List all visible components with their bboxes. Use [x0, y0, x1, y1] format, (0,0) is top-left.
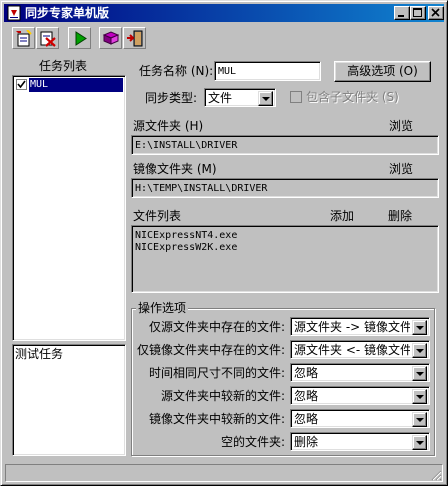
run-icon: [75, 31, 87, 46]
mirror-folder-value: H:\TEMP\INSTALL\DRIVER: [135, 183, 268, 194]
dropdown-arrow-icon[interactable]: [412, 366, 427, 381]
book-icon: [102, 31, 120, 45]
test-task-label: 测试任务: [15, 347, 64, 361]
new-task-button[interactable]: [12, 27, 35, 49]
test-task-panel: 测试任务: [12, 344, 126, 456]
checkbox-checked-icon[interactable]: [16, 79, 27, 90]
operations-title: 操作选项: [136, 301, 189, 315]
task-name-label: 任务名称 (N):: [139, 64, 214, 78]
op-label-mirror-newer: 镜像文件夹中较新的文件:: [149, 412, 286, 426]
dropdown-arrow-icon[interactable]: [412, 389, 427, 404]
sync-type-select[interactable]: 文件: [204, 88, 276, 107]
advanced-options-button[interactable]: 高级选项 (O): [334, 61, 431, 82]
op-value-source-newer: 忽略: [294, 389, 319, 403]
op-select-mirror-newer[interactable]: 忽略: [290, 409, 430, 428]
main-window: 同步专家单机版 任务列表 MUL 测试任务 任务名称 (N): MUL 高级选项…: [0, 0, 448, 486]
op-label-source-only: 仅源文件夹中存在的文件:: [149, 320, 286, 334]
source-folder-label: 源文件夹 (H): [133, 119, 204, 133]
status-bar: [5, 464, 443, 482]
op-select-mirror-only[interactable]: 源文件夹 <- 镜像文件: [290, 340, 430, 359]
file-delete-link[interactable]: 删除: [388, 209, 412, 223]
op-label-source-newer: 源文件夹中较新的文件:: [161, 389, 286, 403]
list-item[interactable]: NICExpressW2K.exe: [135, 241, 237, 255]
include-subfolders-label: 包含子文件夹 (S): [306, 90, 399, 104]
delete-task-icon: [40, 31, 56, 47]
sync-type-label: 同步类型:: [145, 91, 198, 105]
exit-button[interactable]: [123, 27, 146, 49]
task-list[interactable]: MUL: [12, 75, 126, 341]
resize-grip-icon[interactable]: [430, 469, 442, 481]
minimize-icon: [398, 15, 404, 17]
op-value-source-only: 源文件夹 -> 镜像文件: [294, 320, 410, 334]
dropdown-arrow-icon[interactable]: [258, 91, 273, 106]
task-list-header: 任务列表: [39, 59, 88, 73]
delete-task-button[interactable]: [36, 27, 59, 49]
sync-type-value: 文件: [208, 91, 233, 105]
source-folder-value: E:\INSTALL\DRIVER: [135, 140, 238, 151]
help-book-button[interactable]: [99, 27, 122, 49]
task-item-label: MUL: [29, 78, 123, 92]
file-list-label: 文件列表: [133, 209, 182, 223]
include-subfolders-checkbox[interactable]: [290, 91, 302, 103]
new-task-icon: [16, 30, 32, 47]
title-bar[interactable]: 同步专家单机版: [4, 4, 444, 22]
dropdown-arrow-icon[interactable]: [412, 412, 427, 427]
run-button[interactable]: [68, 27, 91, 49]
source-folder-field[interactable]: E:\INSTALL\DRIVER: [131, 135, 439, 155]
maximize-button[interactable]: [410, 6, 426, 20]
maximize-icon: [413, 8, 422, 17]
task-name-input[interactable]: MUL: [214, 61, 321, 81]
dropdown-arrow-icon[interactable]: [412, 435, 427, 450]
exit-icon: [127, 30, 143, 47]
dropdown-arrow-icon[interactable]: [412, 343, 427, 358]
mirror-folder-field[interactable]: H:\TEMP\INSTALL\DRIVER: [131, 178, 439, 198]
task-list-item[interactable]: MUL: [15, 78, 123, 92]
minimize-button[interactable]: [394, 6, 410, 20]
app-icon: [7, 5, 21, 21]
task-name-value: MUL: [218, 66, 237, 77]
op-label-size-diff: 时间相同尺寸不同的文件:: [149, 366, 286, 380]
close-button[interactable]: [428, 6, 444, 20]
dropdown-arrow-icon[interactable]: [412, 320, 427, 335]
mirror-browse-link[interactable]: 浏览: [389, 162, 413, 176]
op-value-empty-folders: 删除: [294, 435, 319, 449]
op-value-mirror-newer: 忽略: [294, 412, 319, 426]
op-value-mirror-only: 源文件夹 <- 镜像文件: [294, 343, 410, 357]
op-select-empty-folders[interactable]: 删除: [290, 432, 430, 451]
file-list[interactable]: NICExpressNT4.exe NICExpressW2K.exe: [131, 225, 439, 293]
op-select-source-only[interactable]: 源文件夹 -> 镜像文件: [290, 317, 430, 336]
close-icon: [431, 8, 440, 17]
mirror-folder-label: 镜像文件夹 (M): [133, 162, 217, 176]
source-browse-link[interactable]: 浏览: [389, 119, 413, 133]
op-label-empty-folders: 空的文件夹:: [221, 435, 286, 449]
op-select-size-diff[interactable]: 忽略: [290, 363, 430, 382]
op-label-mirror-only: 仅镜像文件夹中存在的文件:: [137, 343, 286, 357]
op-value-size-diff: 忽略: [294, 366, 319, 380]
window-title: 同步专家单机版: [25, 6, 110, 20]
op-select-source-newer[interactable]: 忽略: [290, 386, 430, 405]
file-add-link[interactable]: 添加: [330, 209, 354, 223]
